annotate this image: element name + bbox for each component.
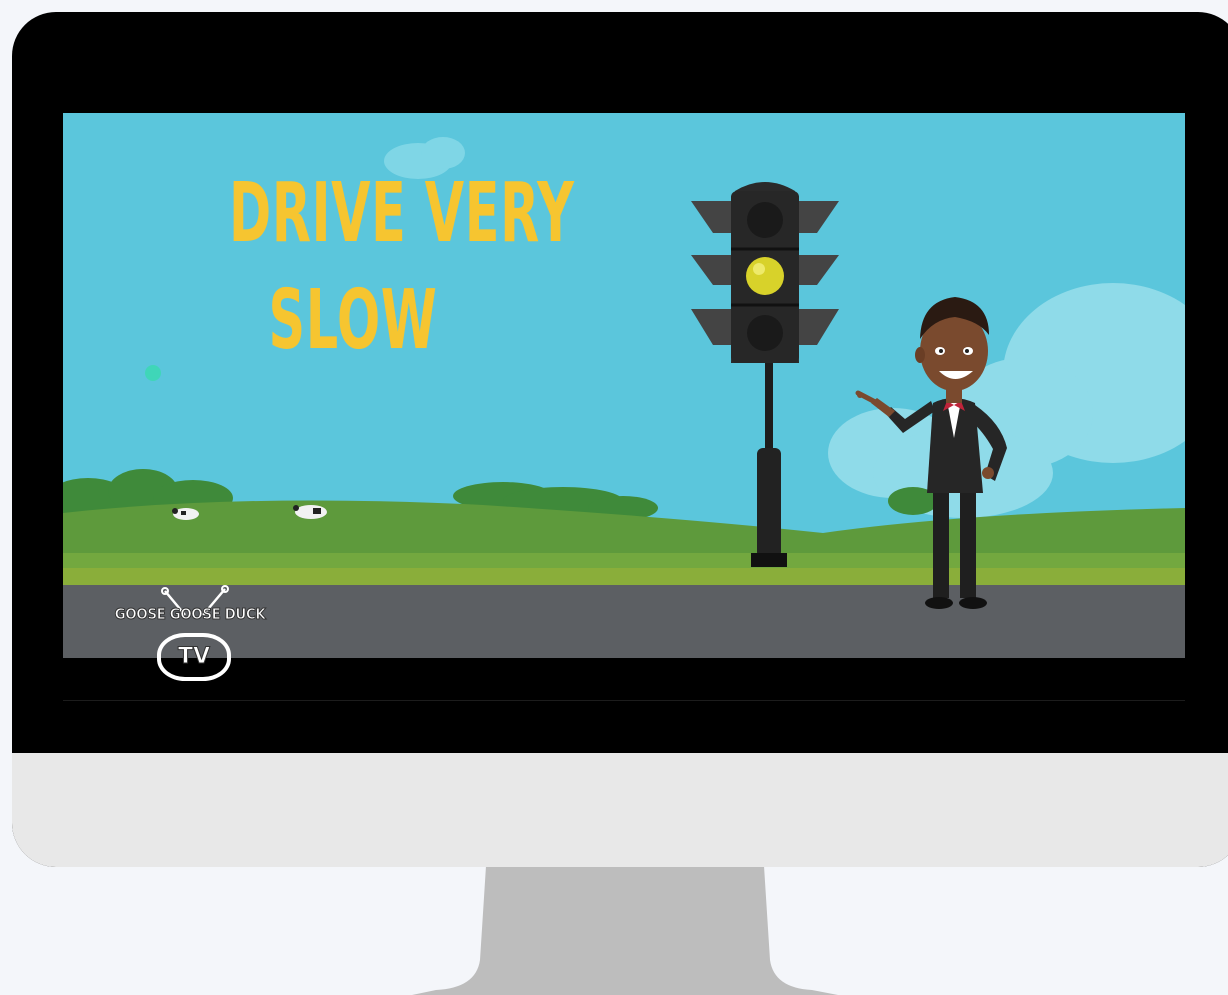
logo-text: GOOSE GOOSE DUCK — [114, 605, 266, 624]
screen-divider — [63, 700, 1185, 701]
logo-tv: TV — [157, 633, 231, 681]
headline-line-1: DRIVE VERY — [229, 166, 575, 261]
video-frame[interactable]: DRIVE VERY SLOW — [63, 113, 1185, 658]
dot-icon — [145, 365, 161, 381]
video-headline: DRIVE VERY SLOW — [229, 161, 575, 374]
monitor-chin — [12, 753, 1228, 867]
yellow-light — [746, 257, 784, 295]
monitor: DRIVE VERY SLOW GOOSE GOOSE DUCK TV — [12, 12, 1228, 867]
monitor-screen: DRIVE VERY SLOW GOOSE GOOSE DUCK TV — [63, 113, 1185, 701]
headline-line-2: SLOW — [268, 272, 438, 368]
channel-logo: GOOSE GOOSE DUCK TV — [85, 581, 295, 691]
